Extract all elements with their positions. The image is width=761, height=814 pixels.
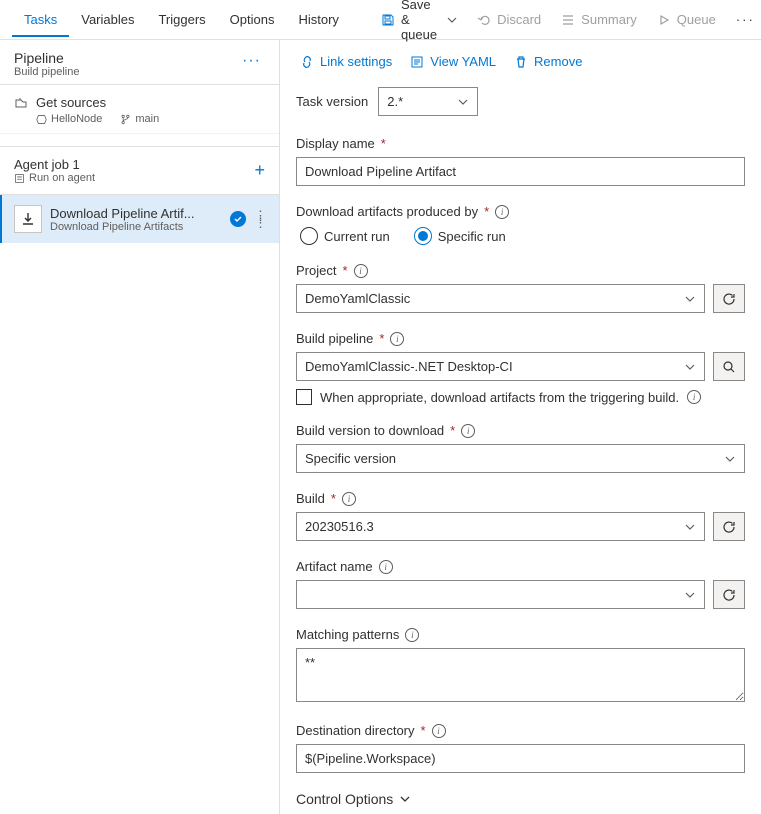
build-version-label: Build version to download [296, 423, 444, 438]
play-icon [657, 13, 671, 27]
display-name-input[interactable] [296, 157, 745, 186]
agent-job-item[interactable]: Agent job 1 Run on agent + [0, 146, 279, 195]
save-and-queue-label: Save & queue [401, 0, 441, 42]
info-icon[interactable]: i [461, 424, 475, 438]
agent-job-title: Agent job 1 [14, 157, 95, 172]
build-version-select[interactable]: Specific version [296, 444, 745, 473]
download-icon [14, 205, 42, 233]
refresh-button[interactable] [713, 284, 745, 313]
drag-handle-icon[interactable]: ⋮⋮ [254, 213, 267, 225]
refresh-button[interactable] [713, 512, 745, 541]
info-icon[interactable]: i [390, 332, 404, 346]
info-icon[interactable]: i [432, 724, 446, 738]
search-icon [722, 360, 736, 374]
agent-job-sub: Run on agent [29, 172, 95, 184]
artifact-name-select[interactable] [296, 580, 705, 609]
ellipsis-icon: ··· [736, 12, 755, 27]
project-label: Project [296, 263, 336, 278]
tab-triggers[interactable]: Triggers [146, 2, 217, 37]
pipeline-title[interactable]: Pipeline [14, 50, 79, 66]
more-actions-button[interactable]: ··· [726, 6, 761, 33]
undo-icon [477, 13, 491, 27]
info-icon[interactable]: i [379, 560, 393, 574]
tab-variables[interactable]: Variables [69, 2, 146, 37]
refresh-icon [722, 520, 736, 534]
required-marker: * [381, 136, 386, 151]
queue-label: Queue [677, 12, 716, 27]
destination-directory-input[interactable] [296, 744, 745, 773]
info-icon[interactable]: i [687, 390, 701, 404]
get-sources-item[interactable]: Get sources HelloNode main [0, 85, 279, 134]
sources-icon [14, 96, 28, 110]
task-version-label: Task version [296, 94, 368, 109]
tab-history[interactable]: History [286, 2, 350, 37]
list-icon [561, 13, 575, 27]
refresh-icon [722, 588, 736, 602]
radio-current-run[interactable]: Current run [300, 227, 390, 245]
build-label: Build [296, 491, 325, 506]
info-icon[interactable]: i [354, 264, 368, 278]
queue-button: Queue [647, 6, 726, 33]
summary-button: Summary [551, 6, 647, 33]
info-icon[interactable]: i [495, 205, 509, 219]
destination-directory-label: Destination directory [296, 723, 415, 738]
matching-patterns-label: Matching patterns [296, 627, 399, 642]
build-pipeline-select[interactable]: DemoYamlClassic-.NET Desktop-CI [296, 352, 705, 381]
link-settings-button[interactable]: Link settings [300, 54, 392, 69]
control-options-section[interactable]: Control Options [296, 791, 745, 807]
tasks-tree: Pipeline Build pipeline ··· Get sources … [0, 40, 280, 814]
task-subtitle: Download Pipeline Artifacts [50, 221, 222, 233]
refresh-icon [722, 292, 736, 306]
browse-button[interactable] [713, 352, 745, 381]
matching-patterns-input[interactable]: ** [296, 648, 745, 702]
refresh-button[interactable] [713, 580, 745, 609]
build-pipeline-label: Build pipeline [296, 331, 373, 346]
link-icon [300, 55, 314, 69]
task-title: Download Pipeline Artif... [50, 206, 222, 221]
build-select[interactable]: 20230516.3 [296, 512, 705, 541]
task-version-select[interactable]: 2.* [378, 87, 478, 116]
task-editor-panel: Link settings View YAML Remove Task vers… [280, 40, 761, 814]
info-icon[interactable]: i [342, 492, 356, 506]
save-icon [381, 13, 395, 27]
info-icon[interactable]: i [405, 628, 419, 642]
trash-icon [514, 55, 528, 69]
summary-label: Summary [581, 12, 637, 27]
discard-button: Discard [467, 6, 551, 33]
add-task-button[interactable]: + [254, 160, 265, 181]
triggering-build-label: When appropriate, download artifacts fro… [320, 390, 679, 405]
agent-icon [14, 173, 25, 184]
task-status-ok-icon [230, 211, 246, 227]
remove-button[interactable]: Remove [514, 54, 582, 69]
editor-tabs: Tasks Variables Triggers Options History [12, 2, 351, 37]
pipeline-subtitle: Build pipeline [14, 66, 79, 78]
chevron-down-icon [447, 13, 457, 27]
discard-label: Discard [497, 12, 541, 27]
branch-icon [120, 114, 131, 125]
triggering-build-checkbox[interactable] [296, 389, 312, 405]
download-by-label: Download artifacts produced by [296, 204, 478, 219]
azure-repos-icon [36, 114, 47, 125]
project-select[interactable]: DemoYamlClassic [296, 284, 705, 313]
tab-tasks[interactable]: Tasks [12, 2, 69, 37]
yaml-icon [410, 55, 424, 69]
chevron-down-icon [399, 793, 411, 805]
task-download-pipeline-artifact[interactable]: Download Pipeline Artif... Download Pipe… [0, 195, 279, 243]
display-name-label: Display name [296, 136, 375, 151]
pipeline-more-button[interactable]: ··· [238, 50, 265, 72]
branch-name: main [120, 113, 159, 125]
artifact-name-label: Artifact name [296, 559, 373, 574]
view-yaml-button[interactable]: View YAML [410, 54, 496, 69]
get-sources-label: Get sources [36, 95, 106, 110]
repo-name: HelloNode [36, 113, 102, 125]
radio-specific-run[interactable]: Specific run [414, 227, 506, 245]
tab-options[interactable]: Options [218, 2, 287, 37]
